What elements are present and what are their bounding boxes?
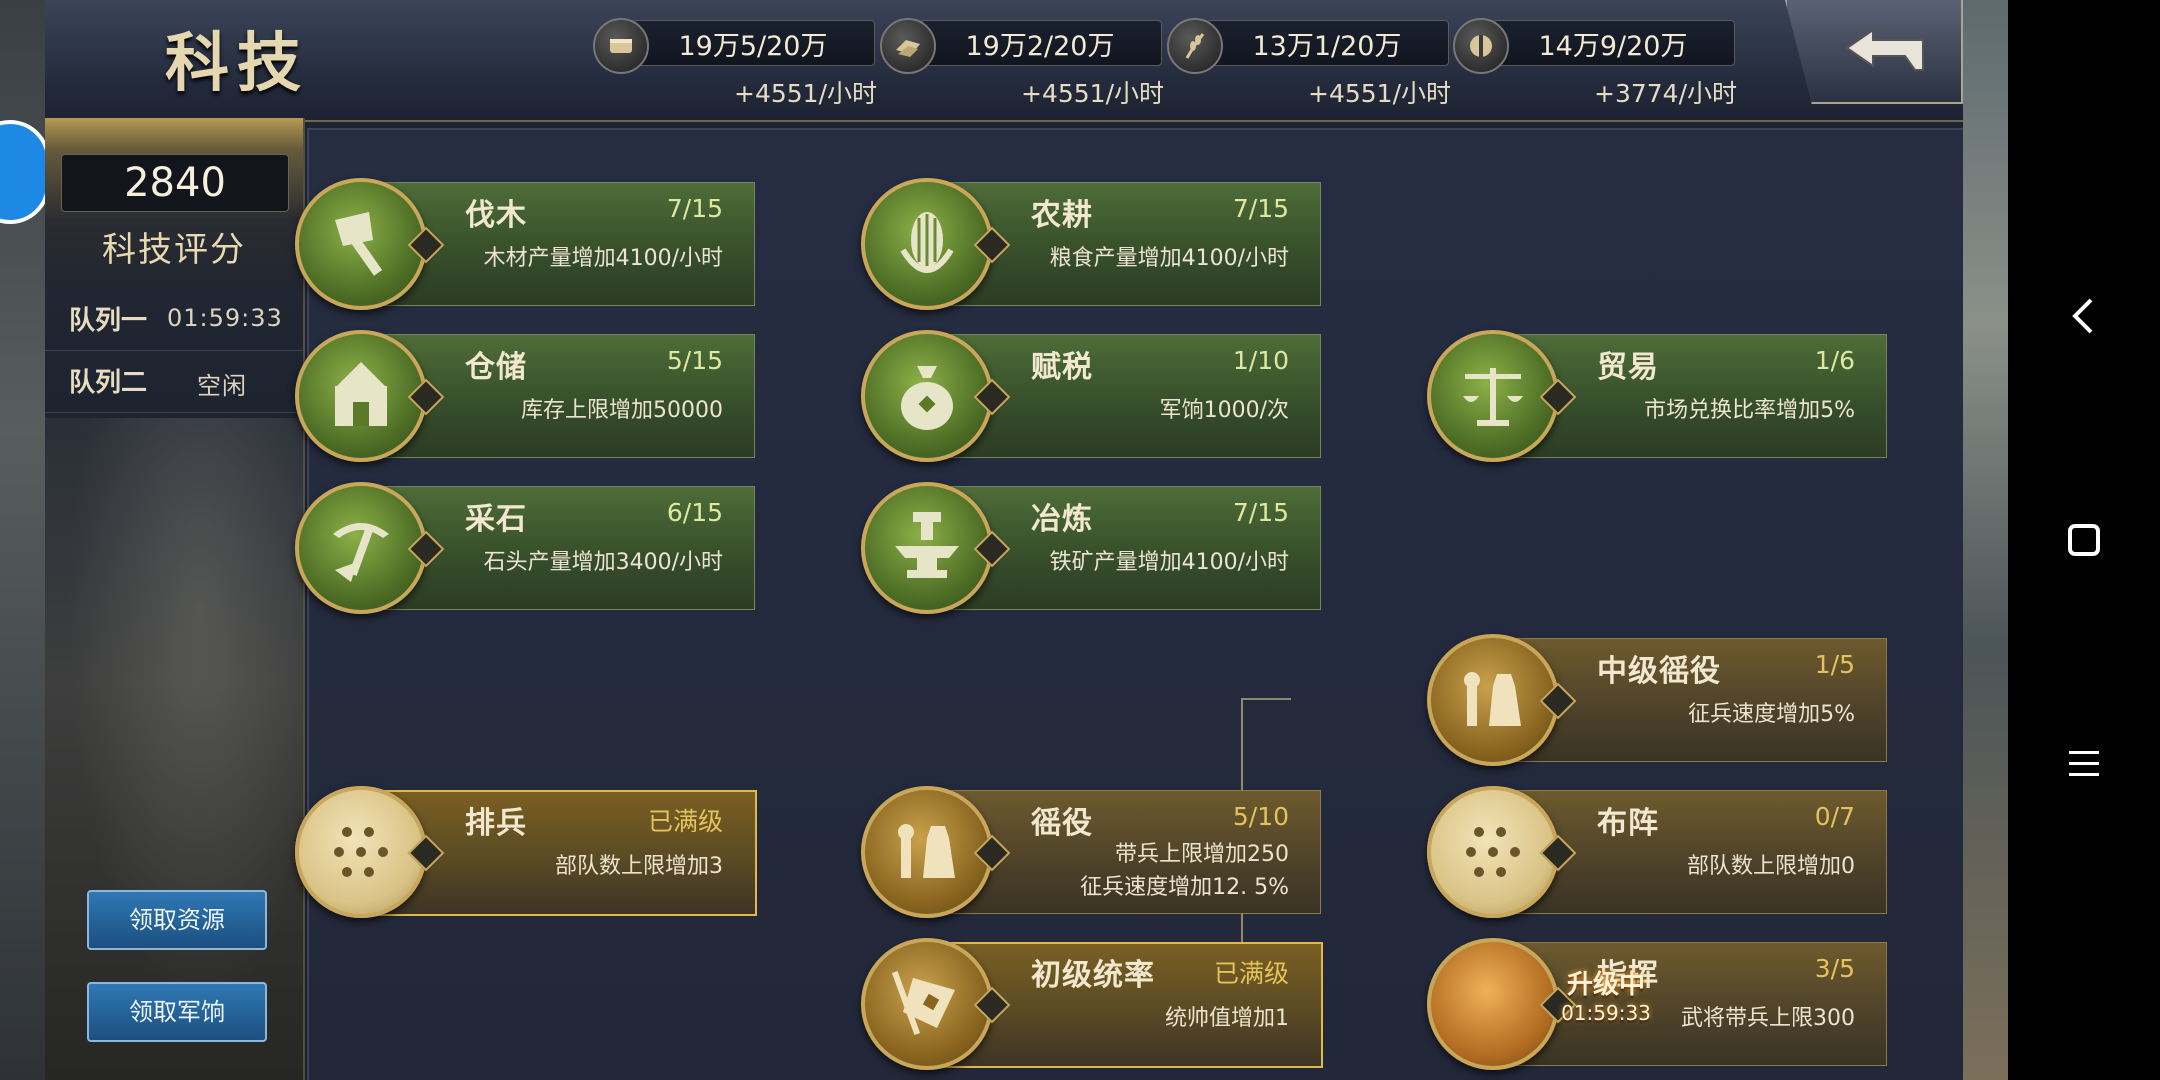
upgrade-status: 升级中 xyxy=(1566,970,1645,1000)
resource-amount: 19万2/20万 xyxy=(965,31,1115,62)
tech-level: 已满级 xyxy=(1213,959,1289,988)
tech-name: 徭役 xyxy=(1031,806,1093,841)
tech-desc: 军饷1000/次 xyxy=(1159,398,1289,423)
queue-two[interactable]: 队列二 空闲 xyxy=(45,352,303,413)
tech-level: 0/7 xyxy=(1814,802,1855,831)
resource-rate: +4551/小时 xyxy=(1308,79,1451,108)
tech-level: 7/15 xyxy=(1232,498,1289,527)
tech-score-label: 科技评分 xyxy=(102,230,246,270)
tech-desc: 部队数上限增加0 xyxy=(1687,854,1855,879)
tech-name: 排兵 xyxy=(465,806,527,841)
resource-amount: 13万1/20万 xyxy=(1252,31,1402,62)
tech-node-yaoyi[interactable]: 徭役 5/10 带兵上限增加250 征兵速度增加12. 5% xyxy=(861,786,1321,918)
resource-stone: 19万2/20万 +4551/小时 xyxy=(880,18,1166,118)
tech-desc-line: 征兵速度增加12. 5% xyxy=(1080,875,1289,900)
market-scene-art xyxy=(45,418,303,1080)
tech-node-nonggeng[interactable]: 农耕 7/15 粮食产量增加4100/小时 xyxy=(861,178,1321,310)
tech-level: 3/5 xyxy=(1814,954,1855,983)
tech-desc: 木材产量增加4100/小时 xyxy=(483,246,723,271)
resource-wood: 19万5/20万 +4551/小时 xyxy=(593,18,879,118)
resource-rate: +4551/小时 xyxy=(734,79,877,108)
tech-level: 已满级 xyxy=(647,807,723,836)
top-bar: 科技 19万5/20万 +4551/小时 19万2/20万 +4551/小时 1… xyxy=(45,0,1963,122)
queue-timer: 01:59:33 xyxy=(167,304,283,332)
tech-level: 1/10 xyxy=(1232,346,1289,375)
tech-desc: 市场兑换比率增加5% xyxy=(1644,398,1855,423)
resource-rate: +4551/小时 xyxy=(1021,79,1164,108)
tech-node-famu[interactable]: 伐木 7/15 木材产量增加4100/小时 xyxy=(295,178,755,310)
tech-node-maoyi[interactable]: 贸易 1/6 市场兑换比率增加5% xyxy=(1427,330,1887,462)
tech-node-buzhen[interactable]: 布阵 0/7 部队数上限增加0 xyxy=(1427,786,1887,918)
tech-desc: 部队数上限增加3 xyxy=(555,854,723,879)
tech-desc: 武将带兵上限300 xyxy=(1681,1006,1855,1031)
tech-level: 1/6 xyxy=(1814,346,1855,375)
tech-level: 6/15 xyxy=(666,498,723,527)
upgrade-timer: 01:59:33 xyxy=(1561,1001,1651,1025)
tech-level: 7/15 xyxy=(1232,194,1289,223)
tech-name: 初级统率 xyxy=(1031,958,1155,993)
resource-grain: 13万1/20万 +4551/小时 xyxy=(1167,18,1453,118)
left-panel: 2840 科技评分 队列一 01:59:33 队列二 空闲 领取资源 领取军饷 xyxy=(45,118,305,1080)
tech-name: 农耕 xyxy=(1031,198,1093,233)
tech-node-chuji-tongshuai[interactable]: 初级统率 已满级 统帅值增加1 xyxy=(861,938,1323,1070)
tech-screen: 科技 19万5/20万 +4551/小时 19万2/20万 +4551/小时 1… xyxy=(45,0,1963,1080)
menu-icon xyxy=(2069,751,2099,776)
tech-level: 5/15 xyxy=(666,346,723,375)
tech-name: 冶炼 xyxy=(1031,502,1093,537)
system-nav-bar xyxy=(2008,0,2160,1080)
tech-desc: 统帅值增加1 xyxy=(1165,1006,1289,1031)
tech-level: 7/15 xyxy=(666,194,723,223)
tech-name: 贸易 xyxy=(1597,350,1659,385)
tree-link xyxy=(1241,698,1291,700)
nav-back-button[interactable] xyxy=(2050,282,2118,350)
tech-score-value: 2840 xyxy=(61,154,289,212)
tech-name: 仓储 xyxy=(465,350,527,385)
tech-desc: 带兵上限增加250 征兵速度增加12. 5% xyxy=(1080,838,1289,904)
tech-name: 赋税 xyxy=(1031,350,1093,385)
square-icon xyxy=(2068,524,2100,556)
resource-amount: 19万5/20万 xyxy=(678,31,828,62)
background-scene-right xyxy=(1963,0,2008,1080)
tech-level: 5/10 xyxy=(1232,802,1289,831)
tech-node-paibing[interactable]: 排兵 已满级 部队数上限增加3 xyxy=(295,786,757,918)
tech-desc: 征兵速度增加5% xyxy=(1688,702,1855,727)
resource-rate: +3774/小时 xyxy=(1594,79,1737,108)
tech-node-cangchu[interactable]: 仓储 5/15 库存上限增加50000 xyxy=(295,330,755,462)
tech-desc: 库存上限增加50000 xyxy=(521,398,723,423)
tech-name: 中级徭役 xyxy=(1597,654,1721,689)
tech-node-yelian[interactable]: 冶炼 7/15 铁矿产量增加4100/小时 xyxy=(861,482,1321,614)
nav-home-button[interactable] xyxy=(2050,506,2118,574)
upgrade-in-progress: 升级中 01:59:33 xyxy=(1550,964,1662,1025)
queue-one[interactable]: 队列一 01:59:33 xyxy=(45,290,303,351)
tech-node-zhongji-yaoyi[interactable]: 中级徭役 1/5 征兵速度增加5% xyxy=(1427,634,1887,766)
queue-label: 队列一 xyxy=(69,306,148,336)
page-title: 科技 xyxy=(165,26,309,101)
tech-name: 布阵 xyxy=(1597,806,1659,841)
back-button[interactable] xyxy=(1785,0,1963,104)
claim-pay-button[interactable]: 领取军饷 xyxy=(87,982,267,1042)
tech-desc: 铁矿产量增加4100/小时 xyxy=(1049,550,1289,575)
queue-status: 空闲 xyxy=(197,372,247,400)
tech-tree: 伐木 7/15 木材产量增加4100/小时 农耕 7/15 粮食产量增加4100… xyxy=(295,128,1963,1080)
tech-name: 伐木 xyxy=(465,198,527,233)
tech-desc: 石头产量增加3400/小时 xyxy=(483,550,723,575)
queue-label: 队列二 xyxy=(69,368,148,398)
tech-node-caishi[interactable]: 采石 6/15 石头产量增加3400/小时 xyxy=(295,482,755,614)
tech-desc: 粮食产量增加4100/小时 xyxy=(1049,246,1289,271)
claim-resources-button[interactable]: 领取资源 xyxy=(87,890,267,950)
chevron-left-icon xyxy=(2072,298,2093,334)
back-arrow-icon xyxy=(1845,28,1924,71)
resource-amount: 14万9/20万 xyxy=(1538,31,1688,62)
nav-menu-button[interactable] xyxy=(2050,730,2118,798)
tech-desc-line: 带兵上限增加250 xyxy=(1115,842,1289,867)
resource-iron: 14万9/20万 +3774/小时 xyxy=(1453,18,1739,118)
tech-name: 采石 xyxy=(465,502,527,537)
tech-node-fushui[interactable]: 赋税 1/10 军饷1000/次 xyxy=(861,330,1321,462)
tech-level: 1/5 xyxy=(1814,650,1855,679)
